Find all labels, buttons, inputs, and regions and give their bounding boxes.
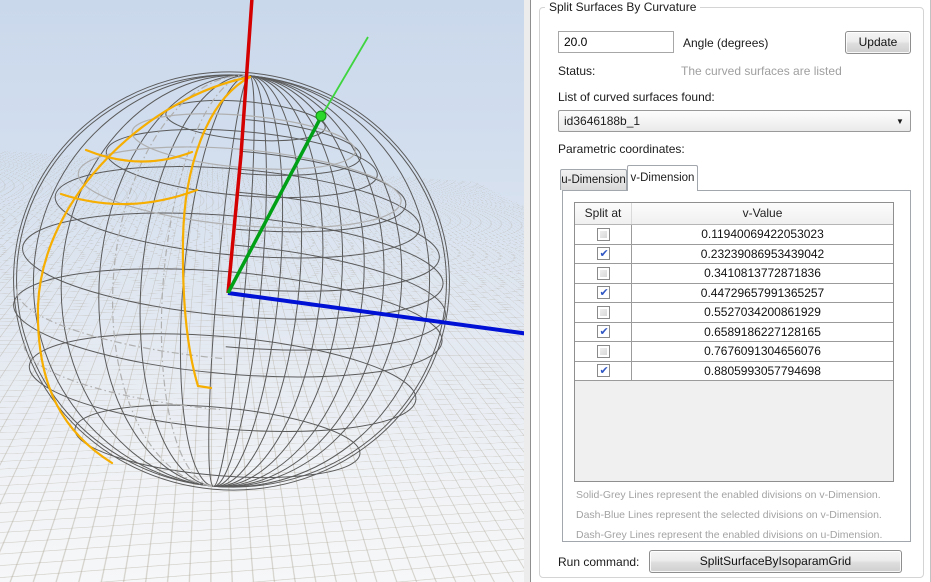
dropdown-arrow-icon[interactable]: ▼ (890, 117, 910, 126)
v-value-cell[interactable]: 0.7676091304656076 (632, 342, 893, 361)
surface-dropdown[interactable]: id3646188b_1 ▼ (558, 110, 911, 132)
legend-note: Solid-Grey Lines represent the enabled d… (576, 489, 881, 501)
run-command-label: Run command: (558, 555, 639, 569)
table-header: Split at v-Value (575, 203, 893, 225)
split-at-cell (575, 284, 632, 303)
run-command-button[interactable]: SplitSurfaceByIsoparamGrid (649, 550, 902, 573)
y-axis-extension (321, 37, 368, 117)
split-at-cell (575, 362, 632, 381)
y-axis-point-marker[interactable] (316, 111, 326, 121)
table-row: 0.7676091304656076 (575, 342, 893, 362)
v-value-cell[interactable]: 0.44729657991365257 (632, 284, 893, 303)
surface-list-label: List of curved surfaces found: (558, 90, 715, 104)
split-at-cell (575, 303, 632, 322)
split-checkbox-checked[interactable] (597, 247, 610, 260)
tab-u-dimension[interactable]: u-Dimension (560, 169, 627, 190)
3d-viewport[interactable] (0, 0, 524, 582)
split-checkbox-checked[interactable] (597, 325, 610, 338)
column-header-split-at[interactable]: Split at (575, 203, 632, 224)
table-row: 0.11940069422053023 (575, 225, 893, 245)
groupbox-title: Split Surfaces By Curvature (545, 0, 700, 14)
v-value-table: Split at v-Value 0.119400694220530230.23… (574, 202, 894, 482)
v-value-cell[interactable]: 0.11940069422053023 (632, 225, 893, 244)
split-at-cell (575, 323, 632, 342)
v-value-cell[interactable]: 0.3410813772871836 (632, 264, 893, 283)
table-row: 0.44729657991365257 (575, 284, 893, 304)
table-row: 0.5527034200861929 (575, 303, 893, 323)
angle-label: Angle (degrees) (683, 36, 768, 50)
split-at-cell (575, 264, 632, 283)
angle-input[interactable] (558, 31, 674, 53)
v-value-cell[interactable]: 0.8805993057794698 (632, 362, 893, 381)
x-axis (228, 293, 524, 334)
column-header-v-value[interactable]: v-Value (632, 203, 893, 224)
panel-splitter[interactable] (524, 0, 531, 582)
tab-v-dimension[interactable]: v-Dimension (627, 165, 698, 191)
parametric-label: Parametric coordinates: (558, 142, 685, 156)
split-checkbox-unchecked[interactable] (597, 306, 610, 319)
v-value-cell[interactable]: 0.5527034200861929 (632, 303, 893, 322)
dash-grey-division-lines (1, 57, 249, 486)
table-row: 0.8805993057794698 (575, 362, 893, 382)
split-surfaces-panel: Split Surfaces By Curvature Angle (degre… (531, 0, 931, 582)
split-at-cell (575, 342, 632, 361)
legend-note: Dash-Grey Lines represent the enabled di… (576, 529, 882, 541)
split-checkbox-unchecked[interactable] (597, 267, 610, 280)
split-surfaces-window: Split Surfaces By Curvature Angle (degre… (0, 0, 931, 582)
split-checkbox-unchecked[interactable] (597, 228, 610, 241)
table-row: 0.3410813772871836 (575, 264, 893, 284)
legend-note: Dash-Blue Lines represent the selected d… (576, 509, 882, 521)
split-at-cell (575, 225, 632, 244)
status-value: The curved surfaces are listed (681, 64, 842, 78)
table-body: 0.119400694220530230.232390869534390420.… (575, 225, 893, 381)
surface-dropdown-value: id3646188b_1 (559, 114, 890, 128)
split-checkbox-checked[interactable] (597, 364, 610, 377)
update-button[interactable]: Update (845, 31, 911, 54)
split-checkbox-checked[interactable] (597, 286, 610, 299)
table-row: 0.23239086953439042 (575, 245, 893, 265)
split-checkbox-unchecked[interactable] (597, 345, 610, 358)
v-value-cell[interactable]: 0.23239086953439042 (632, 245, 893, 264)
v-value-cell[interactable]: 0.6589186227128165 (632, 323, 893, 342)
split-at-cell (575, 245, 632, 264)
status-label: Status: (558, 64, 595, 78)
sphere-scene (0, 0, 524, 582)
table-row: 0.6589186227128165 (575, 323, 893, 343)
